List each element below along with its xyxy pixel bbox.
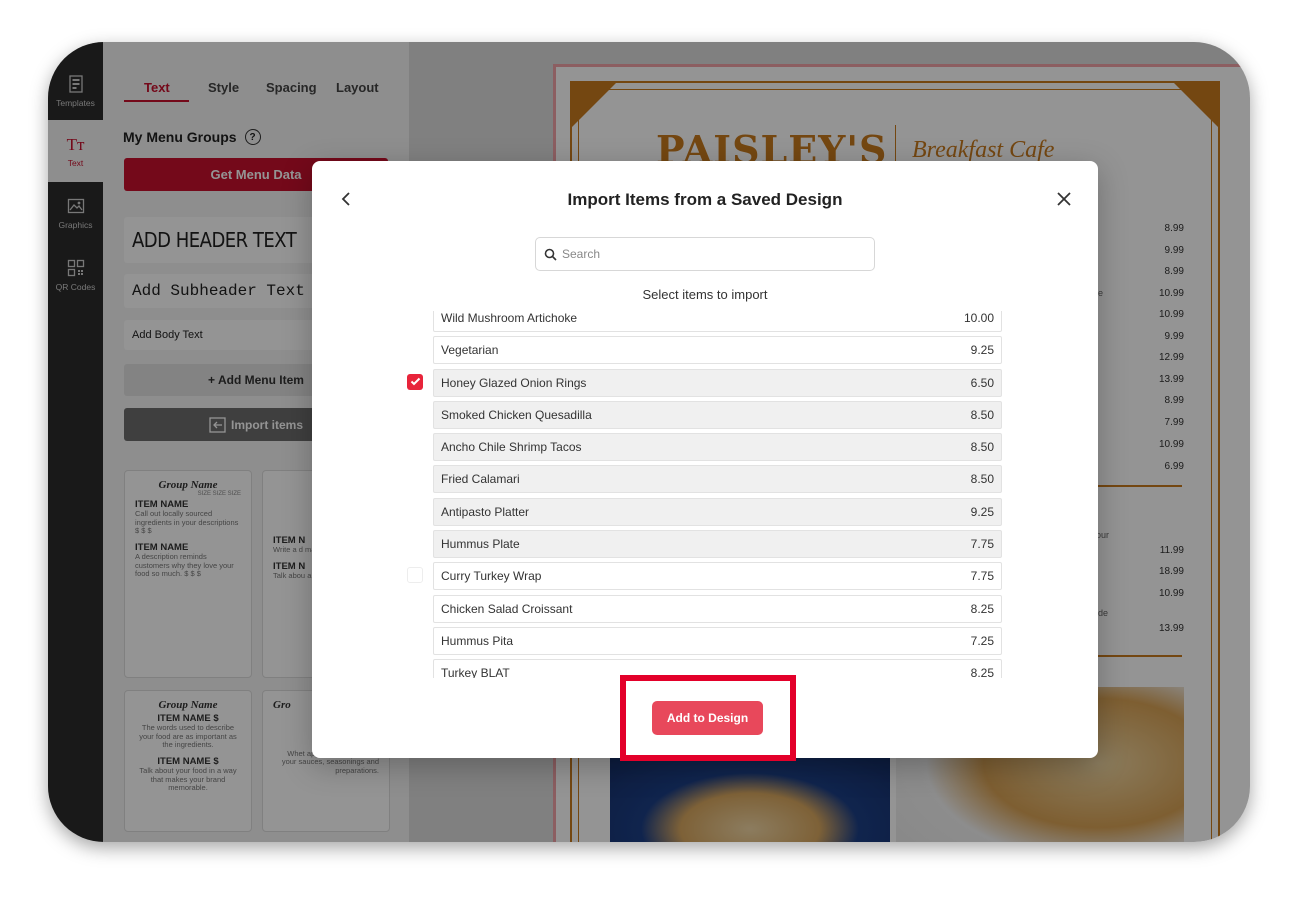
modal-title: Import Items from a Saved Design	[567, 190, 843, 209]
search-box[interactable]	[535, 237, 875, 271]
item-name: Honey Glazed Onion Rings	[441, 375, 587, 390]
item-row-box[interactable]: Ancho Chile Shrimp Tacos 8.50	[433, 433, 1002, 462]
list-item[interactable]: Honey Glazed Onion Rings 6.50	[402, 367, 1012, 399]
item-name: Smoked Chicken Quesadilla	[441, 407, 592, 422]
items-list[interactable]: Wild Mushroom Artichoke 10.00 Vegetarian 9…	[402, 311, 1012, 678]
item-price: 8.25	[970, 666, 994, 678]
import-items-modal: Import Items from a Saved Design Select …	[312, 161, 1098, 758]
item-name: Hummus Pita	[441, 633, 514, 648]
item-row-box[interactable]: Honey Glazed Onion Rings 6.50	[433, 368, 1002, 397]
item-name: Antipasto Platter	[441, 504, 530, 519]
item-price: 8.50	[970, 407, 994, 422]
item-price: 10.00	[963, 311, 994, 325]
item-price: 9.25	[970, 504, 994, 519]
item-name: Chicken Salad Croissant	[441, 601, 573, 616]
item-checkbox-checked[interactable]	[407, 373, 423, 390]
highlight-callout-box	[620, 675, 796, 761]
list-item[interactable]: Ancho Chile Shrimp Tacos 8.50	[402, 431, 1012, 463]
search-input[interactable]	[562, 247, 862, 261]
item-name: Curry Turkey Wrap	[441, 569, 542, 584]
item-price: 7.75	[970, 569, 994, 584]
item-row-box[interactable]: Antipasto Platter 9.25	[433, 497, 1002, 526]
item-name: Turkey BLAT	[441, 666, 510, 678]
item-row-box[interactable]: Wild Mushroom Artichoke 10.00	[433, 311, 1002, 332]
list-item[interactable]: Hummus Pita 7.25	[402, 625, 1012, 657]
item-price: 8.25	[970, 601, 994, 616]
list-item[interactable]: Vegetarian 9.25	[402, 334, 1012, 366]
item-price: 8.50	[970, 472, 994, 487]
search-icon	[544, 248, 557, 261]
item-row-box[interactable]: Smoked Chicken Quesadilla 8.50	[433, 400, 1002, 429]
item-name: Wild Mushroom Artichoke	[441, 311, 578, 325]
list-item[interactable]: Smoked Chicken Quesadilla 8.50	[402, 399, 1012, 431]
item-price: 6.50	[970, 375, 994, 390]
app-window: Templates Tт Text Graphics QR Codes Text…	[48, 42, 1250, 842]
list-item[interactable]: Antipasto Platter 9.25	[402, 496, 1012, 528]
item-row-box[interactable]: Chicken Salad Croissant 8.25	[433, 594, 1002, 623]
item-row-box[interactable]: Hummus Plate 7.75	[433, 530, 1002, 559]
list-item[interactable]: Hummus Plate 7.75	[402, 528, 1012, 560]
checkmark-icon	[410, 377, 420, 386]
item-row-box[interactable]: Curry Turkey Wrap 7.75	[433, 562, 1002, 591]
item-row-box[interactable]: Fried Calamari 8.50	[433, 465, 1002, 494]
list-item[interactable]: Fried Calamari 8.50	[402, 463, 1012, 495]
item-name: Vegetarian	[441, 343, 499, 358]
list-item[interactable]: Curry Turkey Wrap 7.75	[402, 560, 1012, 592]
close-icon[interactable]	[1052, 187, 1076, 211]
item-row-box[interactable]: Hummus Pita 7.25	[433, 626, 1002, 655]
select-items-label: Select items to import	[642, 287, 768, 302]
item-name: Fried Calamari	[441, 472, 520, 487]
item-price: 7.25	[970, 633, 994, 648]
list-item[interactable]: Wild Mushroom Artichoke 10.00	[402, 311, 1012, 334]
list-item[interactable]: Chicken Salad Croissant 8.25	[402, 593, 1012, 625]
item-price: 9.25	[970, 343, 994, 358]
item-name: Hummus Plate	[441, 537, 520, 552]
item-row-box[interactable]: Vegetarian 9.25	[433, 336, 1002, 365]
item-checkbox[interactable]	[407, 567, 423, 584]
item-price: 8.50	[970, 440, 994, 455]
item-price: 7.75	[970, 537, 994, 552]
item-name: Ancho Chile Shrimp Tacos	[441, 440, 582, 455]
